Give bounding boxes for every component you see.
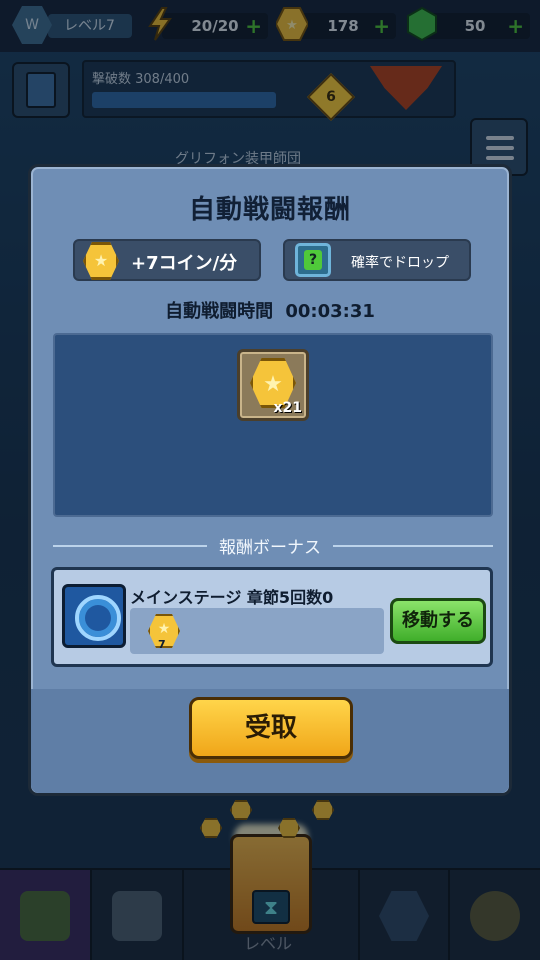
drop-chance-text: 確率でドロップ bbox=[351, 255, 449, 271]
coin-icon bbox=[83, 242, 119, 280]
coin-rate-chip: +7コイン/分 bbox=[73, 239, 261, 281]
battle-time-value: 00:03:31 bbox=[285, 301, 375, 322]
compass-icon bbox=[62, 584, 126, 648]
go-button[interactable]: 移動する bbox=[390, 598, 486, 644]
reward-item-coin[interactable]: ★ x21 bbox=[237, 349, 309, 421]
battle-time-label: 自動戦闘時間 bbox=[165, 301, 274, 322]
bonus-section-label: 報酬ボーナス bbox=[207, 538, 333, 558]
bonus-reward-bar: ★ 7 bbox=[130, 608, 384, 654]
reward-list: ★ x21 bbox=[53, 333, 493, 517]
coin-rate-text: +7コイン/分 bbox=[131, 253, 238, 274]
bonus-title: メインステージ 章節5回数0 bbox=[130, 588, 334, 607]
bonus-reward-quantity: 7 bbox=[158, 638, 166, 651]
drop-chance-chip: 確率でドロップ bbox=[283, 239, 471, 281]
auto-battle-reward-dialog: 自動戦闘報酬 +7コイン/分 確率でドロップ 自動戦闘時間 00:03:31 ★… bbox=[28, 164, 512, 796]
bonus-card: メインステージ 章節5回数0 ★ 7 移動する bbox=[51, 567, 493, 667]
receive-button[interactable]: 受取 bbox=[189, 697, 353, 759]
mystery-box-icon bbox=[295, 243, 331, 277]
reward-quantity: x21 bbox=[273, 400, 302, 416]
dialog-title: 自動戦闘報酬 bbox=[188, 195, 351, 225]
battle-time-row: 自動戦闘時間 00:03:31 bbox=[31, 297, 509, 323]
bonus-section-header: 報酬ボーナス bbox=[31, 533, 509, 558]
